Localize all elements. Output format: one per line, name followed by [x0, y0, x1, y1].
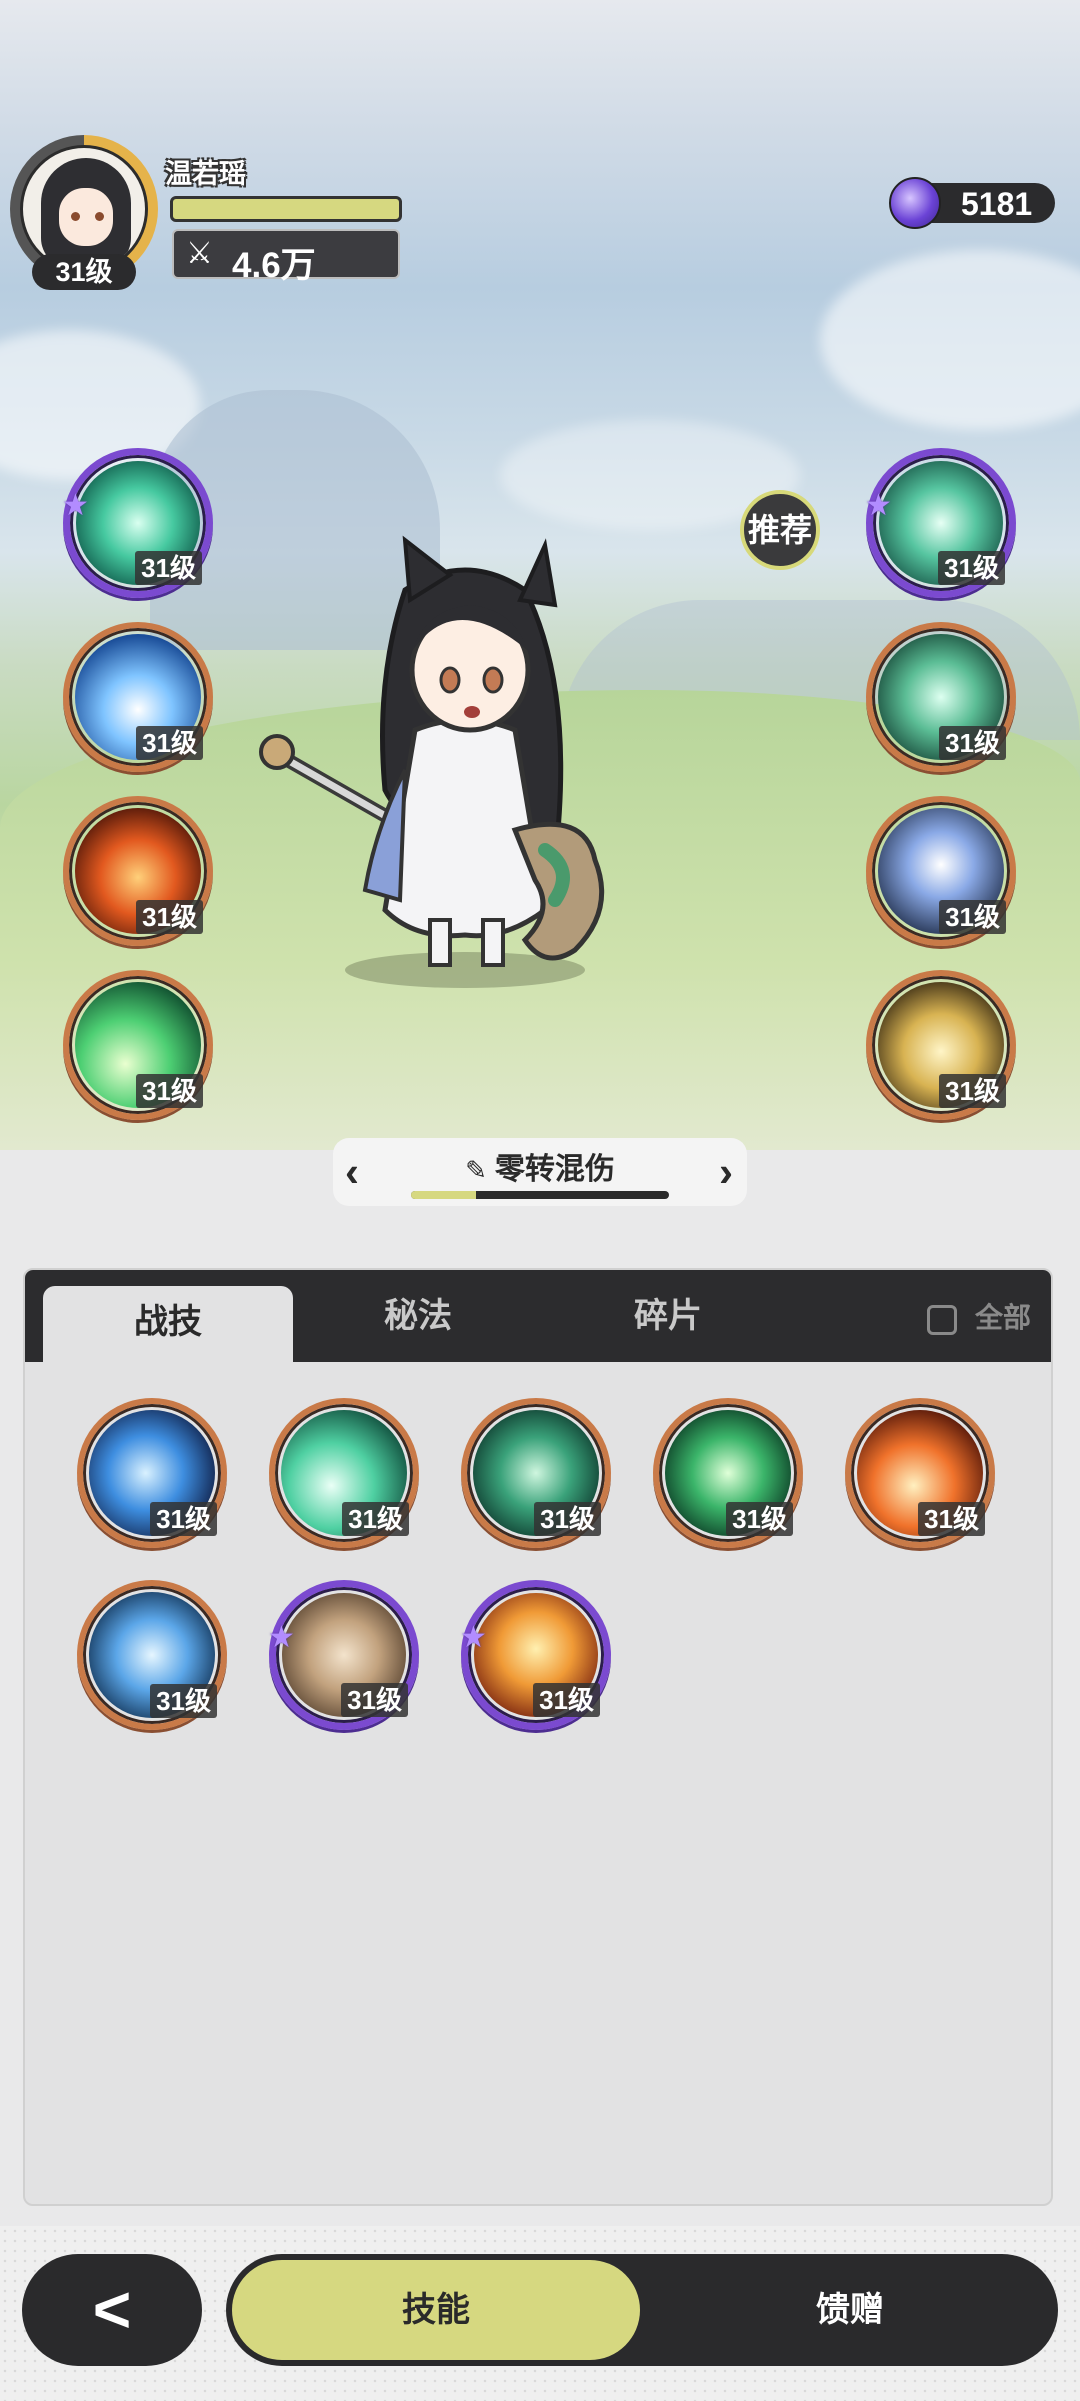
skill-level-label: 31级: [150, 1684, 217, 1718]
mode-switch: 技能 馈赠: [226, 2254, 1058, 2366]
star-icon: ★: [460, 1621, 487, 1654]
skill-level-label: 31级: [726, 1502, 793, 1536]
skill-level-label: 31级: [342, 1502, 409, 1536]
combat-power-value: 4.6万: [232, 246, 316, 285]
preset-title[interactable]: ✎ 零转混伤: [333, 1144, 747, 1188]
equipped-skill-left-4[interactable]: 31级: [63, 970, 213, 1120]
gift-tab-button[interactable]: 馈赠: [650, 2260, 1050, 2360]
equipped-skill-left-2[interactable]: 31级: [63, 622, 213, 772]
owned-skill-6[interactable]: 31级: [77, 1580, 227, 1730]
skill-level-label: 31级: [534, 1502, 601, 1536]
skill-level-label: 31级: [136, 726, 203, 760]
crossed-swords-icon: ⚔: [186, 237, 213, 270]
owned-skill-1[interactable]: 31级: [77, 1398, 227, 1548]
combat-power-display: ⚔ 4.6万: [172, 229, 400, 285]
owned-skill-3[interactable]: 31级: [461, 1398, 611, 1548]
tab-secret-arts[interactable]: 秘法: [293, 1270, 543, 1362]
skill-level-label: 31级: [150, 1502, 217, 1536]
equipped-skill-right-4[interactable]: 31级: [866, 970, 1016, 1120]
skill-level-label: 31级: [918, 1502, 985, 1536]
star-icon: ★: [268, 1621, 295, 1654]
preset-name: 零转混伤: [494, 1153, 615, 1186]
show-all-toggle[interactable]: 全部: [926, 1296, 1031, 1336]
equipped-skill-right-2[interactable]: 31级: [866, 622, 1016, 772]
skill-level-label: 31级: [938, 551, 1005, 585]
skill-level-label: 31级: [939, 726, 1006, 760]
preset-progress-bar: [411, 1191, 669, 1199]
currency-amount: 5181: [961, 186, 1033, 222]
owned-skill-5[interactable]: 31级: [845, 1398, 995, 1548]
skill-level-label: 31级: [135, 551, 202, 585]
hero-level-badge: 31级: [32, 254, 136, 290]
show-all-label: 全部: [974, 1302, 1031, 1333]
bottom-navigation: < 技能 馈赠: [0, 2226, 1080, 2401]
equipped-skill-left-3[interactable]: 31级: [63, 796, 213, 946]
pencil-edit-icon: ✎: [465, 1155, 487, 1185]
skill-level-label: 31级: [136, 1074, 203, 1108]
skill-level-label: 31级: [939, 1074, 1006, 1108]
hero-hp-bar: [170, 196, 402, 222]
preset-next-button[interactable]: ›: [719, 1144, 733, 1200]
star-icon: ★: [62, 489, 89, 522]
tab-fragments[interactable]: 碎片: [543, 1270, 793, 1362]
skills-tab-button[interactable]: 技能: [232, 2260, 640, 2360]
currency-display[interactable]: 5181: [889, 177, 1055, 229]
skill-level-label: 31级: [939, 900, 1006, 934]
skill-inventory-panel: 战技 秘法 碎片 全部 31级 31级 31级 31级 31级 31级 ★ 31级 ★ 31级: [23, 1268, 1053, 2206]
owned-skill-4[interactable]: 31级: [653, 1398, 803, 1548]
equipped-skill-right-3[interactable]: 31级: [866, 796, 1016, 946]
checkbox-icon[interactable]: [926, 1304, 957, 1335]
back-button[interactable]: <: [22, 2254, 202, 2366]
skill-level-label: 31级: [136, 900, 203, 934]
skill-level-label: 31级: [533, 1683, 600, 1717]
skill-level-label: 31级: [341, 1683, 408, 1717]
skill-tab-bar: 战技 秘法 碎片 全部: [25, 1270, 1051, 1362]
tab-combat-skills[interactable]: 战技: [43, 1286, 293, 1362]
chevron-left-icon: <: [92, 2272, 132, 2346]
equipped-skill-left-1[interactable]: ★ 31级: [62, 448, 213, 598]
owned-skill-8[interactable]: ★ 31级: [460, 1580, 611, 1730]
owned-skill-7[interactable]: ★ 31级: [268, 1580, 419, 1730]
hero-name: 温若瑶: [165, 159, 246, 189]
recommend-button[interactable]: 推荐: [740, 490, 820, 570]
hero-character-sprite: [259, 535, 605, 988]
owned-skill-2[interactable]: 31级: [269, 1398, 419, 1548]
preset-selector: ‹ ✎ 零转混伤 ›: [333, 1138, 747, 1206]
equipped-skill-right-1[interactable]: ★ 31级: [865, 448, 1016, 598]
purple-gem-icon: [889, 177, 941, 229]
star-icon: ★: [865, 489, 892, 522]
